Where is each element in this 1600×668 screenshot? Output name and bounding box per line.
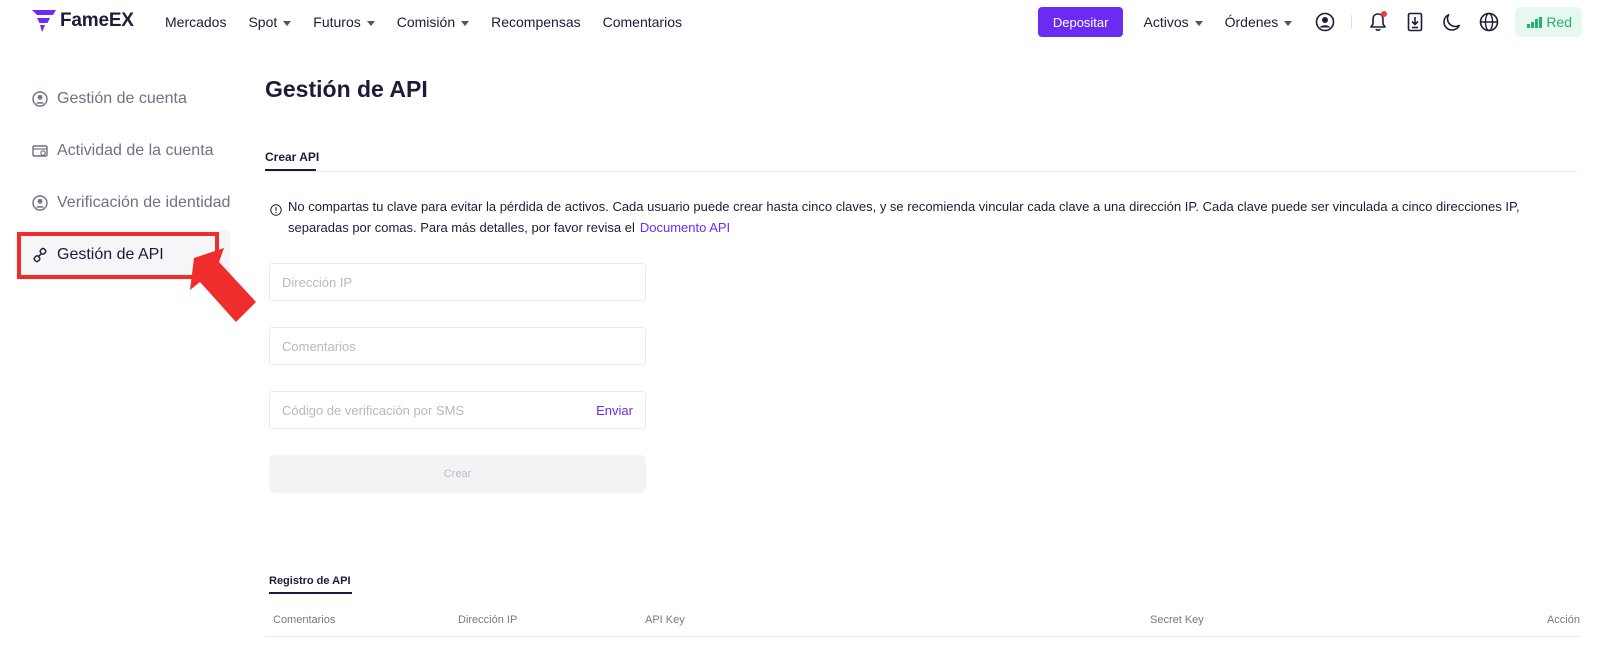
sidebar-item-label: Actividad de la cuenta — [57, 142, 214, 159]
assets-menu[interactable]: Activos — [1143, 14, 1203, 30]
nav-futuros-label: Futuros — [313, 14, 361, 30]
header-actions: Depositar Activos Órdenes Red — [1037, 0, 1582, 44]
sidebar-item-label: Gestión de cuenta — [57, 90, 187, 107]
nav-mercados-label: Mercados — [165, 14, 227, 30]
caret-down-icon — [366, 20, 375, 26]
column-header-ip: Dirección IP — [458, 614, 518, 626]
nav-recompensas[interactable]: Recompensas — [491, 14, 581, 30]
nav-comision[interactable]: Comisión — [396, 14, 470, 30]
tab-create-api[interactable]: Crear API — [265, 150, 319, 164]
nav-spot-label: Spot — [248, 14, 278, 30]
tab-api-log[interactable]: Registro de API — [269, 575, 351, 587]
tab-log-indicator — [269, 592, 352, 594]
network-status-label: Red — [1546, 14, 1572, 30]
caret-down-icon — [1194, 20, 1203, 26]
globe-icon[interactable] — [1478, 11, 1500, 33]
ip-address-input[interactable] — [282, 274, 633, 290]
send-code-button[interactable]: Enviar — [596, 403, 633, 418]
id-user-icon — [32, 195, 48, 211]
sms-code-field[interactable]: Enviar — [269, 391, 646, 429]
info-icon — [270, 204, 282, 216]
caret-down-icon — [283, 20, 292, 26]
sidebar-item-account[interactable]: Gestión de cuenta — [32, 90, 187, 108]
annotation-arrow-icon — [190, 248, 256, 322]
notice-text: No compartas tu clave para evitar la pér… — [288, 196, 1580, 238]
tab-divider — [265, 171, 1577, 172]
signal-icon — [1527, 16, 1543, 28]
nav-mercados[interactable]: Mercados — [165, 14, 226, 30]
deposit-button[interactable]: Depositar — [1037, 7, 1124, 37]
assets-label: Activos — [1143, 14, 1189, 30]
column-header-comments: Comentarios — [273, 614, 336, 626]
column-header-action: Acción — [1546, 614, 1580, 626]
network-status-button[interactable]: Red — [1515, 7, 1582, 37]
orders-label: Órdenes — [1224, 14, 1279, 30]
caret-down-icon — [1284, 20, 1293, 26]
header-divider — [1351, 15, 1353, 29]
nav-recompensas-label: Recompensas — [491, 14, 581, 30]
brand-logo[interactable]: FameEX — [32, 10, 134, 32]
user-circle-icon — [32, 91, 48, 107]
caret-down-icon — [461, 20, 470, 26]
comments-field[interactable] — [269, 327, 646, 365]
main-nav: Mercados Spot Futuros Comisión Recompens… — [165, 0, 704, 44]
api-document-link[interactable]: Documento API — [640, 220, 730, 235]
sidebar-item-activity[interactable]: Actividad de la cuenta — [32, 142, 214, 160]
nav-futuros[interactable]: Futuros — [313, 14, 375, 30]
bell-icon[interactable] — [1367, 11, 1389, 33]
brand-logo-icon — [32, 10, 56, 32]
page-title: Gestión de API — [265, 76, 428, 102]
moon-icon[interactable] — [1441, 11, 1463, 33]
column-header-api-key: API Key — [645, 614, 685, 626]
column-header-secret-key: Secret Key — [1150, 614, 1204, 626]
comments-input[interactable] — [282, 338, 633, 354]
ip-address-field[interactable] — [269, 263, 646, 301]
sms-code-input[interactable] — [282, 402, 589, 418]
nav-comentarios[interactable]: Comentarios — [603, 14, 682, 30]
nav-comision-label: Comisión — [396, 14, 456, 30]
sidebar-item-label: Verificación de identidad — [57, 194, 231, 211]
create-api-button[interactable]: Crear — [269, 455, 646, 493]
top-header: FameEX Mercados Spot Futuros Comisión Re… — [0, 0, 1600, 44]
brand-name: FameEX — [60, 10, 134, 31]
notice-body: No compartas tu clave para evitar la pér… — [288, 199, 1520, 235]
user-icon[interactable] — [1314, 11, 1336, 33]
api-notice: No compartas tu clave para evitar la pér… — [270, 196, 1580, 238]
nav-comentarios-label: Comentarios — [602, 14, 682, 30]
nav-spot[interactable]: Spot — [248, 14, 292, 30]
orders-menu[interactable]: Órdenes — [1225, 14, 1293, 30]
api-log-table-header: Comentarios Dirección IP API Key Secret … — [265, 611, 1580, 637]
sidebar-item-identity[interactable]: Verificación de identidad — [32, 194, 230, 212]
wallet-activity-icon — [32, 143, 48, 159]
download-icon[interactable] — [1404, 11, 1426, 33]
